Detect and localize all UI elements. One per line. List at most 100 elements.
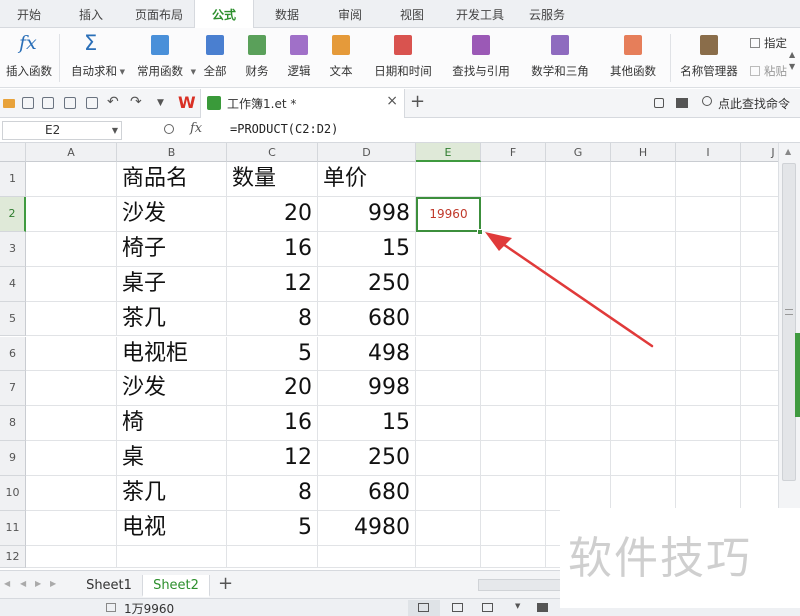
quantity-cell[interactable]: 20 (227, 196, 318, 232)
quantity-cell[interactable]: 12 (227, 266, 318, 302)
cell[interactable] (741, 441, 778, 477)
autosum-button[interactable]: Σ 自动求和 ▼ (62, 28, 126, 88)
tab-page-layout[interactable]: 页面布局 (124, 0, 194, 28)
document-tab[interactable]: 工作簿1.et * × (200, 89, 405, 118)
cell[interactable] (416, 441, 481, 477)
cell[interactable] (546, 266, 611, 302)
math-trig-button[interactable]: 数学和三角 (522, 28, 598, 88)
cell[interactable] (676, 301, 741, 337)
datetime-button[interactable]: 日期和时间 (366, 28, 440, 88)
column-header-F[interactable]: F (481, 143, 546, 162)
item-name-cell[interactable]: 沙发 (117, 371, 227, 407)
name-box[interactable]: E2 ▼ (2, 121, 122, 140)
row-header[interactable]: 8 (0, 406, 26, 442)
cell[interactable] (611, 231, 676, 267)
cell[interactable] (481, 162, 546, 197)
cell[interactable] (481, 545, 546, 568)
cell[interactable] (416, 511, 481, 546)
add-sheet-button[interactable]: + (218, 573, 233, 594)
header-cell[interactable]: 商品名 (117, 162, 227, 197)
cell[interactable] (676, 371, 741, 407)
cell[interactable] (546, 301, 611, 337)
row-header[interactable]: 6 (0, 336, 26, 372)
cell[interactable] (481, 266, 546, 302)
item-name-cell[interactable]: 桌子 (117, 266, 227, 302)
item-name-cell[interactable]: 桌 (117, 441, 227, 477)
ribbon-scroll-up-icon[interactable]: ▲ (789, 50, 795, 59)
row-header[interactable]: 1 (0, 162, 26, 197)
last-sheet-icon[interactable]: ▶ (50, 579, 56, 588)
tab-cloud[interactable]: 云服务 (516, 0, 578, 28)
fx-button[interactable]: fx (190, 121, 202, 136)
price-cell[interactable]: 15 (318, 406, 416, 442)
cell[interactable] (546, 406, 611, 442)
cell[interactable] (611, 476, 676, 511)
logical-button[interactable]: 逻辑 (280, 28, 318, 88)
item-name-cell[interactable]: 椅 (117, 406, 227, 442)
name-box-dropdown-icon[interactable]: ▼ (112, 126, 118, 135)
cell[interactable] (611, 301, 676, 337)
cell[interactable] (676, 336, 741, 372)
cell[interactable] (481, 196, 546, 232)
cell[interactable] (676, 406, 741, 442)
price-cell[interactable]: 4980 (318, 511, 416, 546)
skin-icon[interactable] (654, 98, 664, 108)
redo-icon[interactable]: ↷ (130, 94, 142, 110)
search-command-box[interactable]: 点此查找命令 (698, 93, 798, 113)
item-name-cell[interactable]: 椅子 (117, 231, 227, 267)
cell[interactable] (546, 476, 611, 511)
zoom-search-icon[interactable] (164, 124, 174, 134)
cell[interactable] (481, 441, 546, 477)
quantity-cell[interactable]: 20 (227, 371, 318, 407)
cell[interactable] (26, 545, 117, 568)
normal-view-button[interactable] (408, 600, 440, 616)
cell[interactable] (416, 476, 481, 511)
cell[interactable] (117, 545, 227, 568)
cell[interactable] (481, 476, 546, 511)
ribbon-scroll-down-icon[interactable]: ▼ (789, 62, 795, 71)
cell[interactable] (741, 197, 778, 232)
cell[interactable] (741, 232, 778, 267)
open-folder-icon[interactable] (3, 99, 15, 108)
quick-access-dropdown-icon[interactable]: ▼ (157, 98, 164, 108)
cell[interactable] (611, 441, 676, 477)
row-header[interactable]: 7 (0, 371, 26, 407)
price-cell[interactable]: 250 (318, 441, 416, 477)
column-header-I[interactable]: I (676, 143, 741, 162)
print-preview-icon[interactable] (86, 97, 98, 109)
cell[interactable] (416, 336, 481, 372)
new-tab-icon[interactable]: + (410, 91, 425, 112)
column-header-B[interactable]: B (117, 143, 227, 162)
side-panel-handle[interactable] (795, 333, 800, 417)
item-name-cell[interactable]: 茶几 (117, 301, 227, 337)
cell[interactable] (546, 336, 611, 372)
cell[interactable] (741, 406, 778, 442)
row-header[interactable]: 12 (0, 545, 26, 568)
other-functions-button[interactable]: 其他函数 (602, 28, 664, 88)
spreadsheet-grid[interactable]: A B C D E F G H I J 1 商品名 数量 单价 2 沙发 20 998 1996… (0, 143, 778, 570)
prev-sheet-icon[interactable]: ◀ (20, 579, 26, 588)
column-header-G[interactable]: G (546, 143, 611, 162)
quantity-cell[interactable]: 12 (227, 441, 318, 477)
header-cell[interactable]: 数量 (227, 162, 318, 197)
sheet-tab-sheet1[interactable]: Sheet1 (76, 575, 142, 597)
tab-developer[interactable]: 开发工具 (444, 0, 516, 28)
cell[interactable] (26, 162, 117, 197)
cell[interactable] (546, 441, 611, 477)
cell[interactable] (546, 196, 611, 232)
cell[interactable] (416, 162, 481, 197)
cell[interactable] (416, 406, 481, 442)
quantity-cell[interactable]: 5 (227, 511, 318, 546)
column-header-E[interactable]: E (416, 143, 481, 162)
cell[interactable] (26, 476, 117, 511)
quantity-cell[interactable]: 16 (227, 406, 318, 442)
cell[interactable] (26, 196, 117, 232)
price-cell[interactable]: 680 (318, 476, 416, 511)
header-cell[interactable]: 单价 (318, 162, 416, 197)
tab-formulas[interactable]: 公式 (194, 0, 254, 29)
quantity-cell[interactable]: 5 (227, 336, 318, 372)
row-header[interactable]: 4 (0, 266, 26, 302)
price-cell[interactable]: 498 (318, 336, 416, 372)
cell[interactable] (481, 301, 546, 337)
formula-input[interactable]: =PRODUCT(C2:D2) (230, 122, 338, 136)
